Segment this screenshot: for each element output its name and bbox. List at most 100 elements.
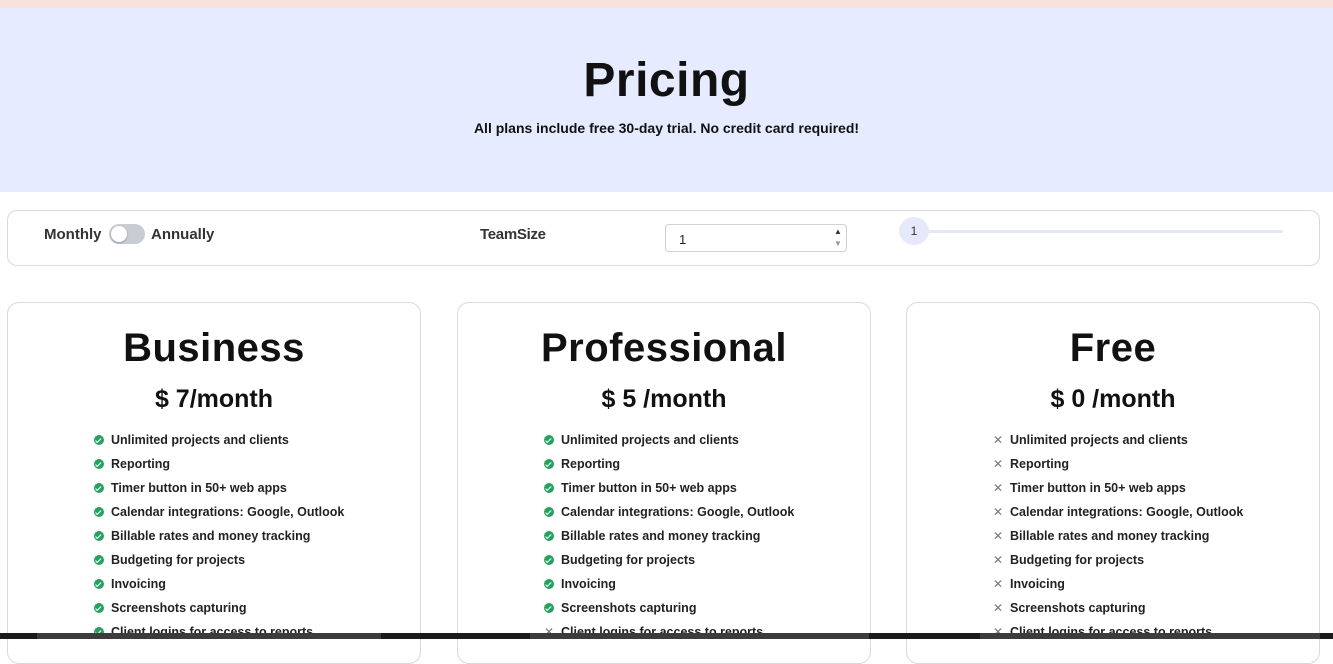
check-circle-icon	[94, 555, 104, 565]
bottom-bar-segment	[980, 633, 1320, 639]
feature-item: Invoicing	[94, 575, 344, 599]
x-icon: ✕	[993, 505, 1004, 519]
x-icon: ✕	[993, 601, 1004, 615]
feature-text: Budgeting for projects	[561, 553, 696, 567]
plan-card-business: Business $ 7/month Unlimited projects an…	[7, 302, 421, 664]
feature-text: Billable rates and money tracking	[561, 529, 761, 543]
plan-price: $ 0 /month	[1050, 385, 1176, 413]
team-size-value[interactable]: 1	[679, 232, 686, 247]
feature-item: ✕ Screenshots capturing	[993, 599, 1243, 623]
check-circle-icon	[94, 459, 104, 469]
feature-text: Screenshots capturing	[561, 601, 697, 615]
feature-text: Timer button in 50+ web apps	[111, 481, 287, 495]
bottom-bar-segment	[37, 633, 381, 639]
feature-item: ✕ Calendar integrations: Google, Outlook	[993, 503, 1243, 527]
feature-item: Billable rates and money tracking	[544, 527, 794, 551]
pricing-hero: Pricing All plans include free 30-day tr…	[0, 8, 1333, 192]
top-strip	[0, 0, 1333, 8]
team-size-slider-track[interactable]	[913, 230, 1283, 233]
x-icon: ✕	[993, 577, 1004, 591]
feature-list: ✕ Unlimited projects and clients ✕ Reportin…	[993, 431, 1243, 647]
feature-item: Unlimited projects and clients	[544, 431, 794, 455]
feature-item: Budgeting for projects	[544, 551, 794, 575]
plan-card-professional: Professional $ 5 /month Unlimited projec…	[457, 302, 871, 664]
check-circle-icon	[544, 531, 554, 541]
feature-text: Invoicing	[561, 577, 616, 591]
x-icon: ✕	[993, 481, 1004, 495]
feature-text: Screenshots capturing	[1010, 601, 1146, 615]
check-circle-icon	[544, 579, 554, 589]
billing-period-toggle[interactable]	[109, 224, 145, 244]
feature-text: Calendar integrations: Google, Outlook	[1010, 505, 1244, 519]
feature-text: Timer button in 50+ web apps	[1010, 481, 1186, 495]
x-icon: ✕	[993, 457, 1004, 471]
feature-text: Budgeting for projects	[111, 553, 246, 567]
feature-text: Unlimited projects and clients	[111, 433, 289, 447]
check-circle-icon	[94, 603, 104, 613]
feature-item: Calendar integrations: Google, Outlook	[544, 503, 794, 527]
check-circle-icon	[94, 483, 104, 493]
feature-text: Timer button in 50+ web apps	[561, 481, 737, 495]
feature-item: Reporting	[94, 455, 344, 479]
feature-text: Unlimited projects and clients	[1010, 433, 1188, 447]
plan-name: Business	[123, 326, 305, 370]
monthly-label[interactable]: Monthly	[44, 226, 102, 243]
feature-item: Billable rates and money tracking	[94, 527, 344, 551]
feature-text: Reporting	[1010, 457, 1070, 471]
feature-text: Budgeting for projects	[1010, 553, 1145, 567]
feature-item: ✕ Reporting	[993, 455, 1243, 479]
feature-item: Budgeting for projects	[94, 551, 344, 575]
feature-item: Reporting	[544, 455, 794, 479]
page-title: Pricing	[583, 54, 750, 107]
check-circle-icon	[544, 555, 554, 565]
check-circle-icon	[544, 603, 554, 613]
feature-text: Billable rates and money tracking	[1010, 529, 1210, 543]
check-circle-icon	[94, 435, 104, 445]
feature-item: Timer button in 50+ web apps	[94, 479, 344, 503]
plan-price: $ 7/month	[154, 385, 274, 413]
team-size-label: TeamSize	[480, 226, 546, 243]
feature-text: Unlimited projects and clients	[561, 433, 739, 447]
check-circle-icon	[544, 435, 554, 445]
check-circle-icon	[94, 507, 104, 517]
check-circle-icon	[94, 531, 104, 541]
feature-text: Billable rates and money tracking	[111, 529, 311, 543]
check-circle-icon	[94, 579, 104, 589]
feature-item: ✕ Invoicing	[993, 575, 1243, 599]
feature-text: Calendar integrations: Google, Outlook	[561, 505, 795, 519]
bottom-bar-segment	[530, 633, 869, 639]
feature-list: Unlimited projects and clients Reporting T…	[94, 431, 344, 647]
feature-item: Screenshots capturing	[94, 599, 344, 623]
check-circle-icon	[544, 459, 554, 469]
feature-text: Reporting	[561, 457, 621, 471]
spin-up-icon[interactable]: ▲	[832, 226, 844, 238]
feature-item: ✕ Unlimited projects and clients	[993, 431, 1243, 455]
feature-text: Calendar integrations: Google, Outlook	[111, 505, 345, 519]
feature-text: Invoicing	[111, 577, 166, 591]
plan-name: Free	[1069, 326, 1157, 370]
feature-item: Unlimited projects and clients	[94, 431, 344, 455]
feature-item: Timer button in 50+ web apps	[544, 479, 794, 503]
team-size-spinner[interactable]: ▲ ▼	[832, 226, 844, 250]
feature-item: ✕ Budgeting for projects	[993, 551, 1243, 575]
bottom-bar	[0, 633, 1333, 639]
check-circle-icon	[544, 483, 554, 493]
team-size-input[interactable]: 1 ▲ ▼	[665, 224, 847, 252]
toggle-knob[interactable]	[111, 226, 127, 242]
feature-item: Invoicing	[544, 575, 794, 599]
feature-item: Screenshots capturing	[544, 599, 794, 623]
check-circle-icon	[544, 507, 554, 517]
feature-text: Screenshots capturing	[111, 601, 247, 615]
plan-name: Professional	[540, 326, 788, 370]
spin-down-icon[interactable]: ▼	[832, 238, 844, 250]
feature-text: Invoicing	[1010, 577, 1065, 591]
feature-item: Calendar integrations: Google, Outlook	[94, 503, 344, 527]
plan-card-free: Free $ 0 /month ✕ Unlimited projects and …	[906, 302, 1320, 664]
x-icon: ✕	[993, 529, 1004, 543]
feature-item: ✕ Billable rates and money tracking	[993, 527, 1243, 551]
feature-item: ✕ Timer button in 50+ web apps	[993, 479, 1243, 503]
annually-label[interactable]: Annually	[151, 226, 214, 243]
page-subtitle: All plans include free 30-day trial. No …	[473, 120, 860, 136]
x-icon: ✕	[993, 433, 1004, 447]
team-size-slider-thumb[interactable]: 1	[899, 217, 929, 245]
